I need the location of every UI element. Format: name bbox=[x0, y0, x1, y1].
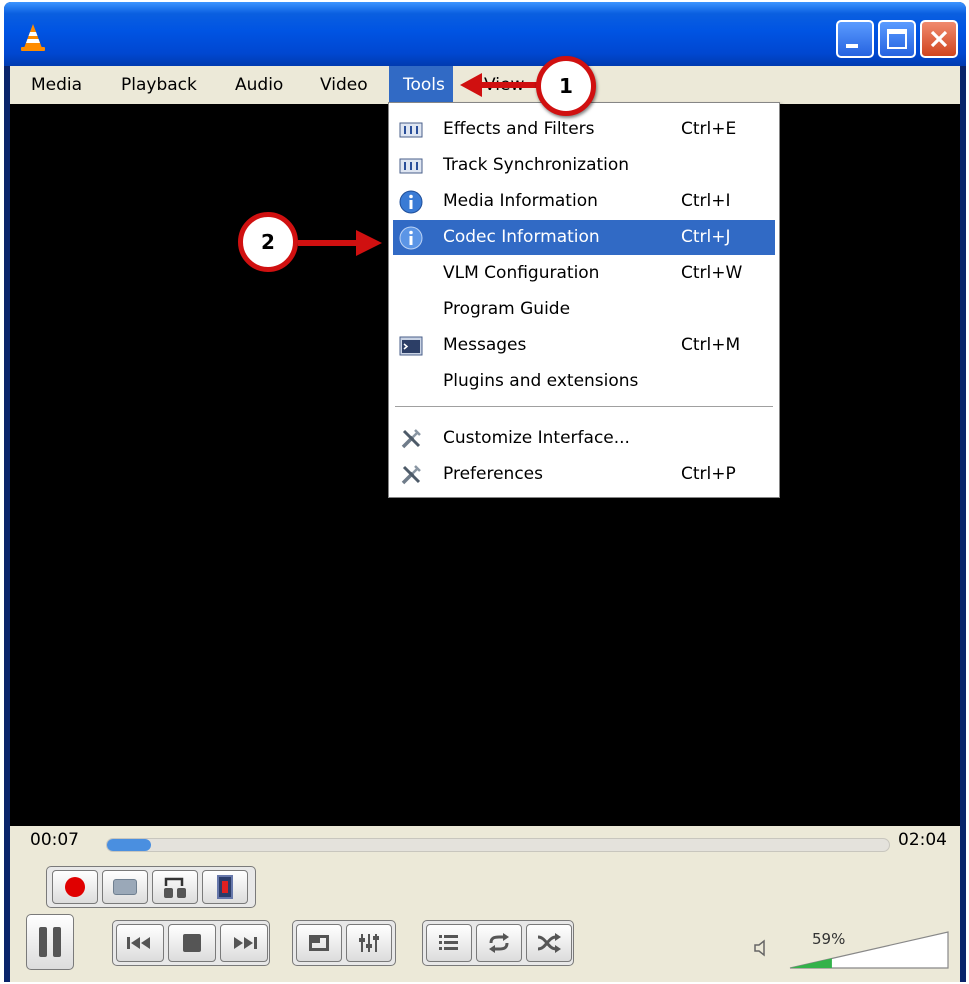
menu-item-label: Effects and Filters bbox=[443, 119, 595, 139]
menu-item-label: Program Guide bbox=[443, 299, 571, 319]
tools-icon bbox=[401, 429, 421, 449]
menu-item-label: Track Synchronization bbox=[443, 155, 630, 175]
stop-icon bbox=[183, 934, 201, 952]
film-frame-icon bbox=[217, 875, 233, 899]
menu-item-shortcut: Ctrl+J bbox=[681, 227, 731, 247]
fullscreen-button[interactable] bbox=[296, 924, 342, 962]
title-bar[interactable] bbox=[4, 2, 966, 66]
terminal-icon bbox=[399, 336, 423, 356]
repeat-icon bbox=[489, 933, 509, 953]
close-icon bbox=[930, 30, 948, 48]
pause-button[interactable] bbox=[26, 914, 74, 970]
menu-item-label: Customize Interface... bbox=[443, 428, 630, 448]
volume-level bbox=[790, 958, 832, 968]
annotation-badge-1: 1 bbox=[536, 56, 596, 116]
menu-item-shortcut: Ctrl+W bbox=[681, 263, 743, 283]
info-icon bbox=[399, 190, 423, 214]
stop-button[interactable] bbox=[168, 924, 216, 962]
annotation-arrow-2 bbox=[298, 230, 382, 256]
menu-item-shortcut: Ctrl+I bbox=[681, 191, 731, 211]
menu-audio[interactable]: Audio bbox=[223, 66, 295, 104]
menu-item-shortcut: Ctrl+E bbox=[681, 119, 737, 139]
fullscreen-icon bbox=[309, 935, 329, 951]
menu-item-plugins-and-extensions[interactable]: Plugins and extensions bbox=[393, 364, 775, 399]
menu-item-preferences[interactable]: Preferences Ctrl+P bbox=[393, 457, 775, 492]
maximize-icon bbox=[887, 29, 907, 49]
shuffle-icon bbox=[537, 933, 561, 953]
menu-item-label: Preferences bbox=[443, 464, 543, 484]
camera-icon bbox=[113, 879, 137, 895]
elapsed-time: 00:07 bbox=[30, 830, 79, 850]
previous-button[interactable] bbox=[116, 924, 164, 962]
list-icon bbox=[439, 935, 458, 950]
loop-button[interactable] bbox=[476, 924, 522, 962]
menu-item-customize-interface[interactable]: Customize Interface... bbox=[393, 421, 775, 456]
minimize-button[interactable] bbox=[836, 20, 874, 58]
info-icon bbox=[399, 226, 423, 250]
controls-panel: 00:07 02:04 59% bbox=[10, 826, 960, 982]
skip-forward-icon bbox=[234, 937, 257, 949]
menu-tools[interactable]: Tools bbox=[389, 66, 453, 104]
menu-item-effects-and-filters[interactable]: Effects and Filters Ctrl+E bbox=[393, 112, 775, 147]
seek-progress bbox=[107, 839, 151, 851]
maximize-button[interactable] bbox=[878, 20, 916, 58]
menu-item-shortcut: Ctrl+P bbox=[681, 464, 736, 484]
menu-item-media-information[interactable]: Media Information Ctrl+I bbox=[393, 184, 775, 219]
menu-item-codec-information[interactable]: Codec Information Ctrl+J bbox=[393, 220, 775, 255]
close-button[interactable] bbox=[920, 20, 958, 58]
menu-video[interactable]: Video bbox=[308, 66, 380, 104]
shuffle-button[interactable] bbox=[526, 924, 572, 962]
pause-icon bbox=[39, 927, 61, 957]
frame-by-frame-button[interactable] bbox=[202, 870, 248, 904]
tools-menu: Effects and Filters Ctrl+E Track Synchro… bbox=[388, 102, 780, 498]
annotation-arrow-1 bbox=[460, 73, 538, 97]
record-button[interactable] bbox=[52, 870, 98, 904]
menu-playback[interactable]: Playback bbox=[109, 66, 209, 104]
equalizer-icon bbox=[399, 158, 423, 174]
next-button[interactable] bbox=[220, 924, 268, 962]
ab-loop-icon bbox=[164, 877, 186, 898]
menu-item-messages[interactable]: Messages Ctrl+M bbox=[393, 328, 775, 363]
tools-icon bbox=[401, 465, 421, 485]
menu-item-label: Messages bbox=[443, 335, 527, 355]
vlc-cone-icon bbox=[21, 24, 45, 51]
playlist-button[interactable] bbox=[426, 924, 472, 962]
total-time: 02:04 bbox=[898, 830, 947, 850]
menu-item-label: Media Information bbox=[443, 191, 598, 211]
loop-ab-button[interactable] bbox=[152, 870, 198, 904]
volume-slider[interactable] bbox=[788, 930, 950, 970]
menu-separator bbox=[395, 406, 773, 408]
menu-item-shortcut: Ctrl+M bbox=[681, 335, 741, 355]
minimize-icon bbox=[846, 44, 858, 48]
menu-item-track-synchronization[interactable]: Track Synchronization bbox=[393, 148, 775, 183]
record-icon bbox=[65, 877, 85, 897]
speaker-icon[interactable] bbox=[752, 938, 772, 958]
menu-item-program-guide[interactable]: Program Guide bbox=[393, 292, 775, 327]
menu-item-vlm-configuration[interactable]: VLM Configuration Ctrl+W bbox=[393, 256, 775, 291]
skip-back-icon bbox=[127, 937, 150, 949]
menu-item-label: Codec Information bbox=[443, 227, 600, 247]
sliders-icon bbox=[359, 934, 379, 952]
equalizer-icon bbox=[399, 122, 423, 138]
menu-media[interactable]: Media bbox=[19, 66, 94, 104]
extended-settings-button[interactable] bbox=[346, 924, 392, 962]
snapshot-button[interactable] bbox=[102, 870, 148, 904]
annotation-badge-2: 2 bbox=[238, 212, 298, 272]
menu-item-label: VLM Configuration bbox=[443, 263, 600, 283]
seek-slider[interactable] bbox=[106, 838, 890, 852]
menu-item-label: Plugins and extensions bbox=[443, 371, 639, 391]
